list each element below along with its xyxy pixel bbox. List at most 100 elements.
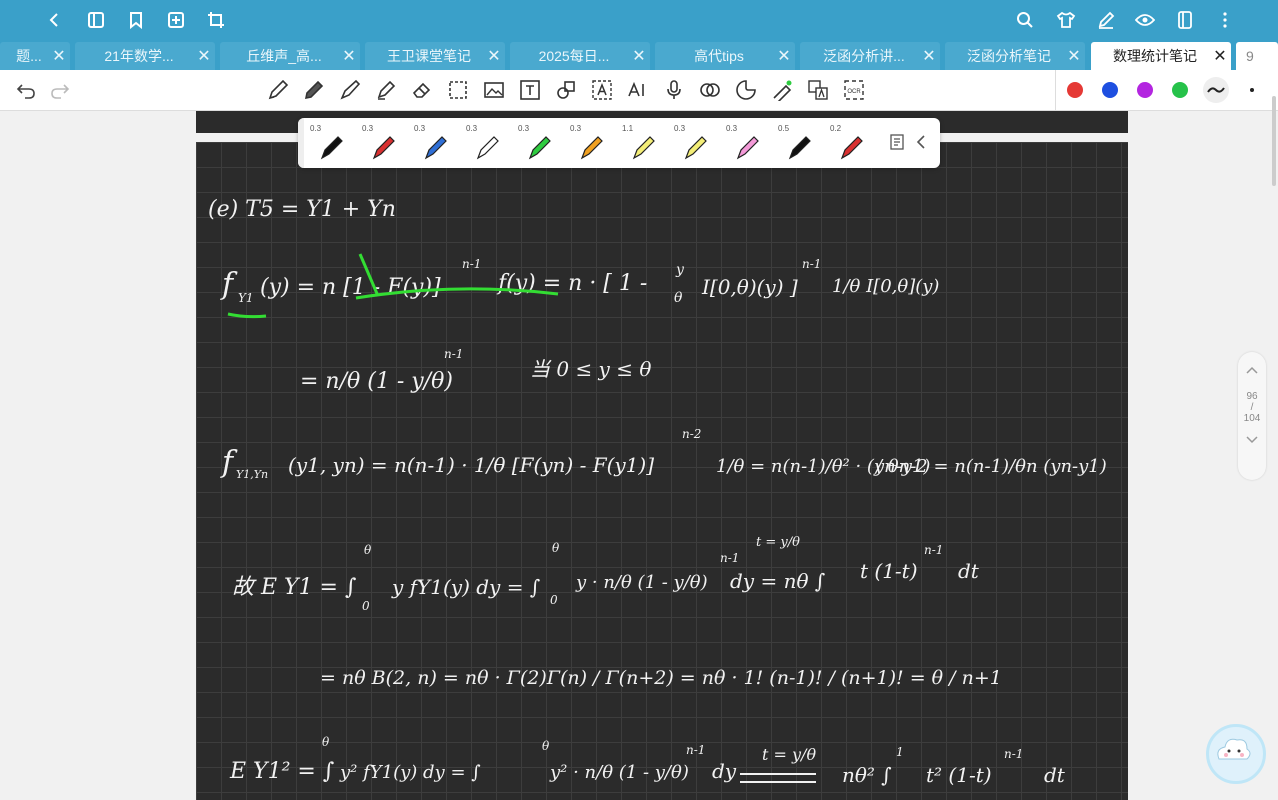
close-icon[interactable]: ✕: [193, 46, 215, 66]
tab-doc-5[interactable]: 高代tips ✕: [655, 42, 795, 70]
pen-tray-handle[interactable]: [298, 118, 304, 168]
redo-icon[interactable]: [48, 78, 72, 102]
note-f-symbol: f: [220, 267, 238, 302]
stroke-style-icon[interactable]: [1203, 77, 1229, 103]
chevron-down-icon[interactable]: [1238, 436, 1266, 447]
pencil-icon[interactable]: [302, 78, 326, 102]
close-icon[interactable]: ✕: [338, 46, 360, 66]
pen-slot-9[interactable]: 0.5: [776, 122, 820, 164]
shapes-icon[interactable]: [554, 78, 578, 102]
scrollbar[interactable]: [1272, 96, 1276, 186]
note-sub-y1yn: Y1,Yn: [236, 468, 268, 481]
more-vertical-icon[interactable]: [1213, 8, 1237, 32]
pen-slot-10[interactable]: 0.2: [828, 122, 872, 164]
close-icon[interactable]: ✕: [773, 46, 795, 66]
eye-icon[interactable]: [1133, 8, 1157, 32]
ocr-icon[interactable]: OCR: [842, 78, 866, 102]
close-icon[interactable]: ✕: [1063, 46, 1085, 66]
text-box-icon[interactable]: [518, 78, 542, 102]
note-upper-theta: θ: [364, 543, 372, 557]
chevron-up-icon[interactable]: [1238, 366, 1266, 377]
eraser-icon[interactable]: [410, 78, 434, 102]
note-line-4: (y1, yn) = n(n-1) · 1/θ [F(yn) - F(y1)]: [288, 453, 654, 477]
stroke-width-dot-icon[interactable]: [1240, 78, 1264, 102]
note-line-7-dy: dy: [712, 759, 737, 783]
note-line-2-lhs: (y) = n [1 - F(y)]: [260, 275, 441, 300]
undo-icon[interactable]: [14, 78, 38, 102]
handwriting-recognition-icon[interactable]: [698, 78, 722, 102]
assistant-avatar[interactable]: [1206, 724, 1266, 784]
color-swatch-red[interactable]: [1067, 82, 1083, 98]
note-line-7-t: t² (1-t): [926, 763, 992, 787]
lasso-select-icon[interactable]: [446, 78, 470, 102]
pen-icon: [320, 136, 343, 160]
close-icon[interactable]: ✕: [483, 46, 505, 66]
handwritten-notes[interactable]: (e) T5 = Y1 + Yn f Y1 (y) = n [1 - F(y)]…: [196, 142, 1128, 800]
laser-pointer-icon[interactable]: [770, 78, 794, 102]
tab-doc-2[interactable]: 丘维声_高... ✕: [220, 42, 360, 70]
pen-slot-5[interactable]: 0.3: [568, 122, 612, 164]
toolbar-divider: [1055, 70, 1056, 110]
pen-slot-6[interactable]: 1.1: [620, 122, 664, 164]
pen-tray: 0.3 0.3 0.3 0.3 0.3 0.3 1.1 0.3 0.3 0.5 0.2: [298, 118, 940, 168]
brush-pen-icon[interactable]: [338, 78, 362, 102]
pen-slot-2[interactable]: 0.3: [412, 122, 456, 164]
close-icon[interactable]: ✕: [48, 46, 70, 66]
pen-icon: [840, 136, 863, 160]
color-swatch-purple[interactable]: [1137, 82, 1153, 98]
tab-doc-8-active[interactable]: 数理统计笔记 ✕: [1091, 42, 1231, 70]
theme-shirt-icon[interactable]: [1054, 8, 1078, 32]
tab-doc-6[interactable]: 泛函分析讲... ✕: [800, 42, 940, 70]
pen-slot-8[interactable]: 0.3: [724, 122, 768, 164]
note-sup-n1-b: n-1: [802, 257, 821, 271]
image-icon[interactable]: [482, 78, 506, 102]
search-icon[interactable]: [1013, 8, 1037, 32]
note-line-7-int: y² · n/θ (1 - y/θ): [549, 762, 689, 783]
pen-icon: [632, 136, 655, 160]
back-icon[interactable]: [42, 8, 66, 32]
translate-icon[interactable]: [806, 78, 830, 102]
note-fy: f(y) = n · [ 1 -: [496, 271, 647, 296]
pen-slot-3[interactable]: 0.3: [464, 122, 508, 164]
tab-label: 题...: [16, 48, 42, 64]
collapse-chevron-icon[interactable]: [916, 134, 926, 155]
color-swatch-blue[interactable]: [1102, 82, 1118, 98]
page-layout-icon[interactable]: [1173, 8, 1197, 32]
note-line-7-mid: y² fY1(y) dy = ∫: [339, 762, 481, 783]
color-swatch-green[interactable]: [1172, 82, 1188, 98]
tab-label: 数理统计笔记: [1113, 48, 1197, 64]
ai-assistant-icon[interactable]: [626, 78, 650, 102]
pen-edit-icon[interactable]: [1094, 8, 1118, 32]
note-upper-theta-2: θ: [552, 541, 560, 555]
tab-doc-1[interactable]: 21年数学... ✕: [75, 42, 215, 70]
bookmark-icon[interactable]: [124, 8, 148, 32]
tab-doc-9[interactable]: 9: [1236, 42, 1278, 70]
tab-doc-0[interactable]: 题... ✕: [0, 42, 70, 70]
tab-doc-3[interactable]: 王卫课堂笔记 ✕: [365, 42, 505, 70]
note-line-5-mid: y fY1(y) dy = ∫: [391, 575, 540, 599]
microphone-icon[interactable]: [662, 78, 686, 102]
pen-slot-1[interactable]: 0.3: [360, 122, 404, 164]
pen-slot-4[interactable]: 0.3: [516, 122, 560, 164]
tab-label: 9: [1246, 48, 1254, 64]
highlighter-icon[interactable]: [374, 78, 398, 102]
pen-icon: [736, 136, 759, 160]
close-icon[interactable]: ✕: [1209, 46, 1231, 66]
close-icon[interactable]: ✕: [918, 46, 940, 66]
tab-doc-7[interactable]: 泛函分析笔记 ✕: [945, 42, 1085, 70]
note-line-7-sub: t = y/θ: [762, 745, 816, 764]
close-icon[interactable]: ✕: [628, 46, 650, 66]
ai-text-icon[interactable]: [590, 78, 614, 102]
crop-icon[interactable]: [204, 8, 228, 32]
note-line-1: (e) T5 = Y1 + Yn: [208, 197, 396, 222]
fountain-pen-icon[interactable]: [266, 78, 290, 102]
book-outline-icon[interactable]: [84, 8, 108, 32]
pen-slot-7[interactable]: 0.3: [672, 122, 716, 164]
note-line-5: 故 E Y1 = ∫: [232, 575, 357, 600]
tab-doc-4[interactable]: 2025每日... ✕: [510, 42, 650, 70]
sticker-icon[interactable]: [734, 78, 758, 102]
add-page-icon[interactable]: [164, 8, 188, 32]
tab-label: 泛函分析笔记: [967, 48, 1051, 64]
pen-slot-0[interactable]: 0.3: [308, 122, 352, 164]
pen-settings-icon[interactable]: [890, 134, 904, 155]
